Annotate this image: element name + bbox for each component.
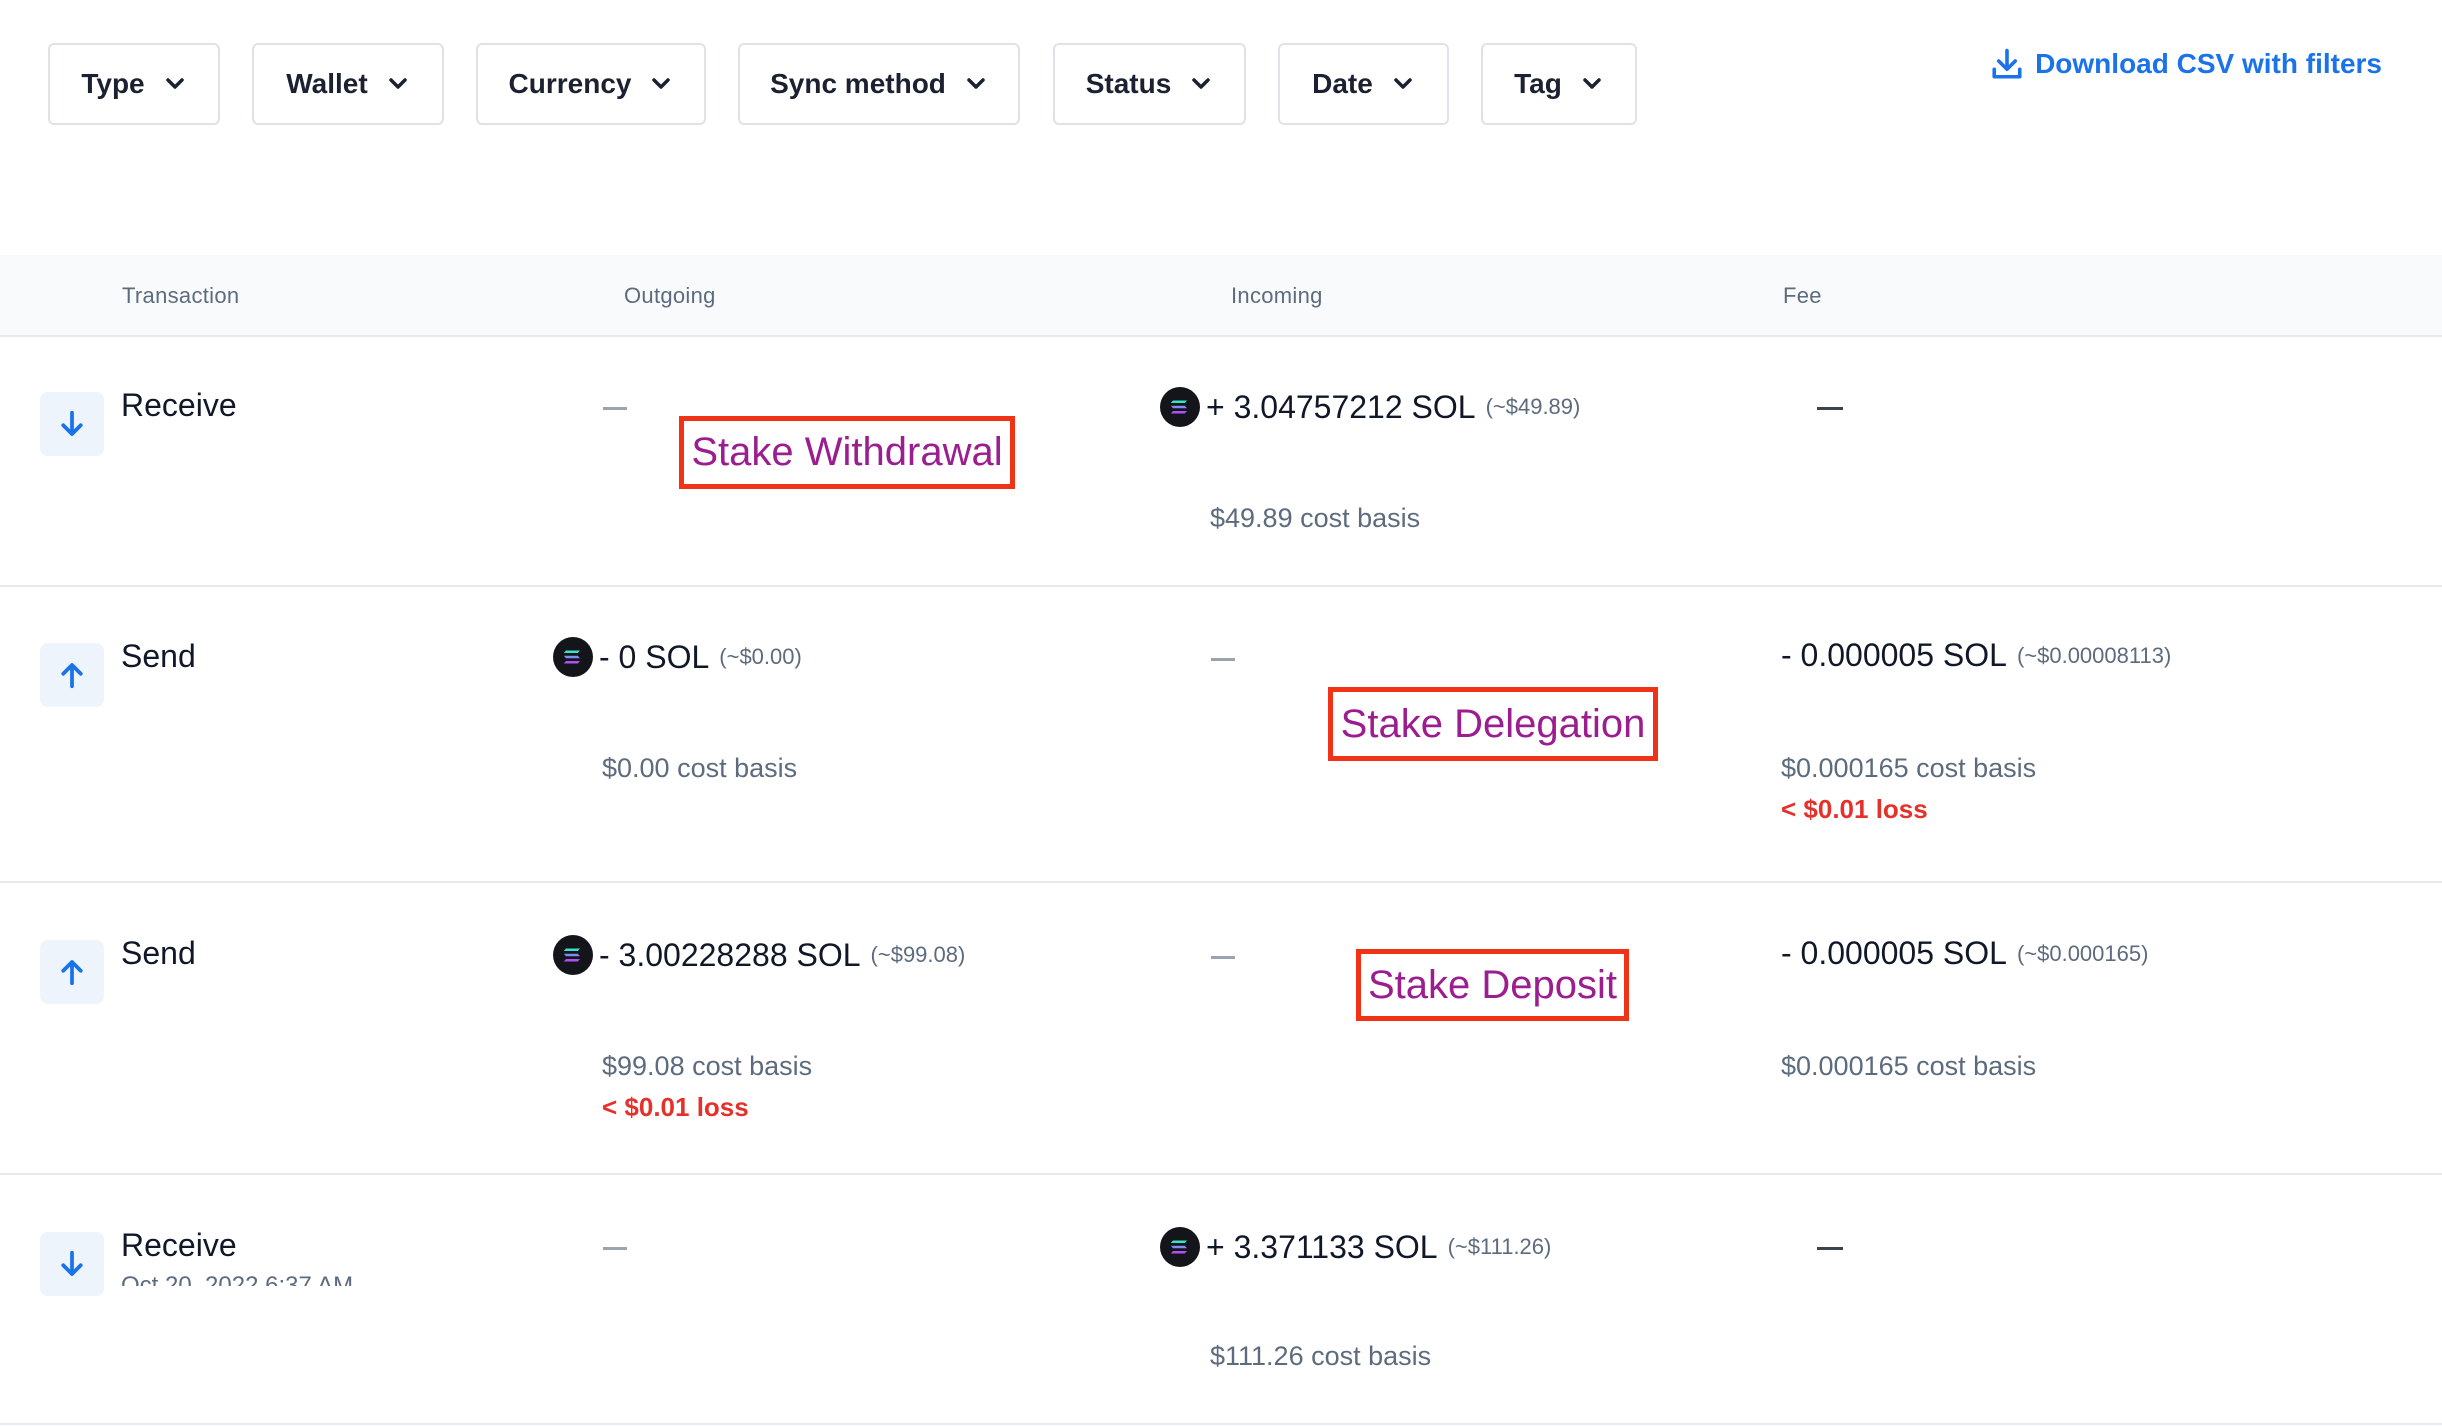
- outgoing-empty: [603, 1247, 627, 1250]
- download-csv-label: Download CSV with filters: [2035, 48, 2382, 79]
- column-header-outgoing: Outgoing: [624, 283, 716, 308]
- incoming-usd-value: (~$111.26): [1447, 1234, 1552, 1259]
- table-row[interactable]: Receive Stake Withdrawal + 3.04757212 SO…: [0, 337, 2442, 587]
- outgoing-amount-value: - 3.00228288 SOL: [599, 936, 861, 973]
- annotation-label: Stake Withdrawal: [679, 416, 1015, 489]
- date-filter-button[interactable]: Date: [1278, 43, 1449, 125]
- chevron-down-icon: [1394, 78, 1412, 89]
- incoming-cost-basis: $111.26 cost basis: [1210, 1341, 1432, 1371]
- arrow-up-icon: [40, 940, 104, 1004]
- outgoing-cost-basis: $99.08 cost basis: [602, 1051, 813, 1081]
- chevron-down-icon: [388, 78, 407, 89]
- fee-amount: - 0.000005 SOL (~$0.00008113): [1781, 637, 2171, 674]
- outgoing-amount: - 3.00228288 SOL (~$99.08): [553, 935, 965, 975]
- table-header: Transaction Outgoing Incoming Fee: [0, 255, 2442, 337]
- incoming-amount-value: + 3.371133 SOL: [1206, 1228, 1438, 1265]
- annotation-label: Stake Delegation: [1328, 687, 1658, 761]
- outgoing-amount-value: - 0 SOL: [599, 638, 710, 675]
- filter-label: Currency: [508, 68, 632, 99]
- chevron-down-icon: [165, 78, 184, 89]
- chevron-down-icon: [1583, 78, 1601, 89]
- fee-amount: - 0.000005 SOL (~$0.000165): [1781, 935, 2148, 972]
- filter-label: Sync method: [770, 68, 946, 99]
- currency-filter-button[interactable]: Currency: [476, 43, 706, 125]
- incoming-amount: + 3.04757212 SOL (~$49.89): [1160, 387, 1580, 427]
- incoming-amount-value: + 3.04757212 SOL: [1206, 388, 1476, 425]
- fee-usd-value: (~$0.000165): [2016, 940, 2149, 966]
- sync-method-filter-button[interactable]: Sync method: [738, 43, 1020, 125]
- table-row[interactable]: Send - 0 SOL (~$0.00) $0.00 cost basis S…: [0, 587, 2442, 883]
- download-csv-link[interactable]: Download CSV with filters: [1989, 46, 2382, 82]
- wallet-filter-button[interactable]: Wallet: [252, 43, 444, 125]
- filter-label: Wallet: [286, 68, 368, 99]
- annotation-label: Stake Deposit: [1356, 949, 1629, 1021]
- filter-label: Type: [81, 68, 145, 99]
- filter-label: Date: [1312, 68, 1373, 99]
- solana-icon: [553, 637, 593, 677]
- outgoing-cost-basis: $0.00 cost basis: [602, 753, 798, 783]
- chevron-down-icon: [652, 78, 671, 89]
- outgoing-usd-value: (~$0.00): [719, 644, 802, 669]
- outgoing-loss: < $0.01 loss: [602, 1092, 749, 1122]
- incoming-cost-basis: $49.89 cost basis: [1210, 503, 1421, 533]
- fee-empty: [1817, 407, 1843, 410]
- incoming-empty: [1211, 658, 1235, 661]
- status-filter-button[interactable]: Status: [1053, 43, 1246, 125]
- table-row[interactable]: Receive Oct 20, 2022 6:37 AM + 3.371133 …: [0, 1175, 2442, 1425]
- tag-filter-button[interactable]: Tag: [1481, 43, 1637, 125]
- transaction-type: Send: [121, 935, 196, 971]
- arrow-up-icon: [40, 643, 104, 707]
- outgoing-empty: [603, 407, 627, 410]
- transaction-type: Receive: [121, 1227, 237, 1263]
- incoming-usd-value: (~$49.89): [1485, 394, 1581, 419]
- filter-label: Tag: [1514, 68, 1562, 99]
- chevron-down-icon: [1192, 78, 1211, 89]
- download-icon: [1992, 48, 2022, 79]
- solana-icon: [1160, 387, 1200, 427]
- transaction-type: Send: [121, 638, 196, 674]
- column-header-fee: Fee: [1783, 283, 1822, 308]
- fee-usd-value: (~$0.00008113): [2016, 642, 2172, 668]
- column-header-incoming: Incoming: [1231, 283, 1323, 308]
- column-header-transaction: Transaction: [122, 283, 240, 308]
- type-filter-button[interactable]: Type: [48, 43, 220, 125]
- filter-label: Status: [1085, 68, 1172, 99]
- transaction-type: Receive: [121, 387, 237, 423]
- outgoing-usd-value: (~$99.08): [870, 942, 966, 967]
- incoming-amount: + 3.371133 SOL (~$111.26): [1160, 1227, 1551, 1267]
- fee-cost-basis: $0.000165 cost basis: [1781, 1051, 2037, 1081]
- fee-empty: [1817, 1247, 1843, 1250]
- solana-icon: [553, 935, 593, 975]
- arrow-down-icon: [40, 392, 104, 456]
- fee-cost-basis: $0.000165 cost basis: [1781, 753, 2037, 783]
- outgoing-amount: - 0 SOL (~$0.00): [553, 637, 802, 677]
- fee-amount-value: - 0.000005 SOL: [1781, 637, 2007, 673]
- fee-amount-value: - 0.000005 SOL: [1781, 935, 2007, 971]
- solana-icon: [1160, 1227, 1200, 1267]
- arrow-down-icon: [40, 1232, 104, 1296]
- transaction-date: Oct 20, 2022 6:37 AM: [121, 1276, 353, 1286]
- incoming-empty: [1211, 956, 1235, 959]
- table-row[interactable]: Send - 3.00228288 SOL (~$99.08) $99.08 c…: [0, 883, 2442, 1175]
- chevron-down-icon: [967, 78, 985, 89]
- fee-loss: < $0.01 loss: [1781, 794, 1928, 824]
